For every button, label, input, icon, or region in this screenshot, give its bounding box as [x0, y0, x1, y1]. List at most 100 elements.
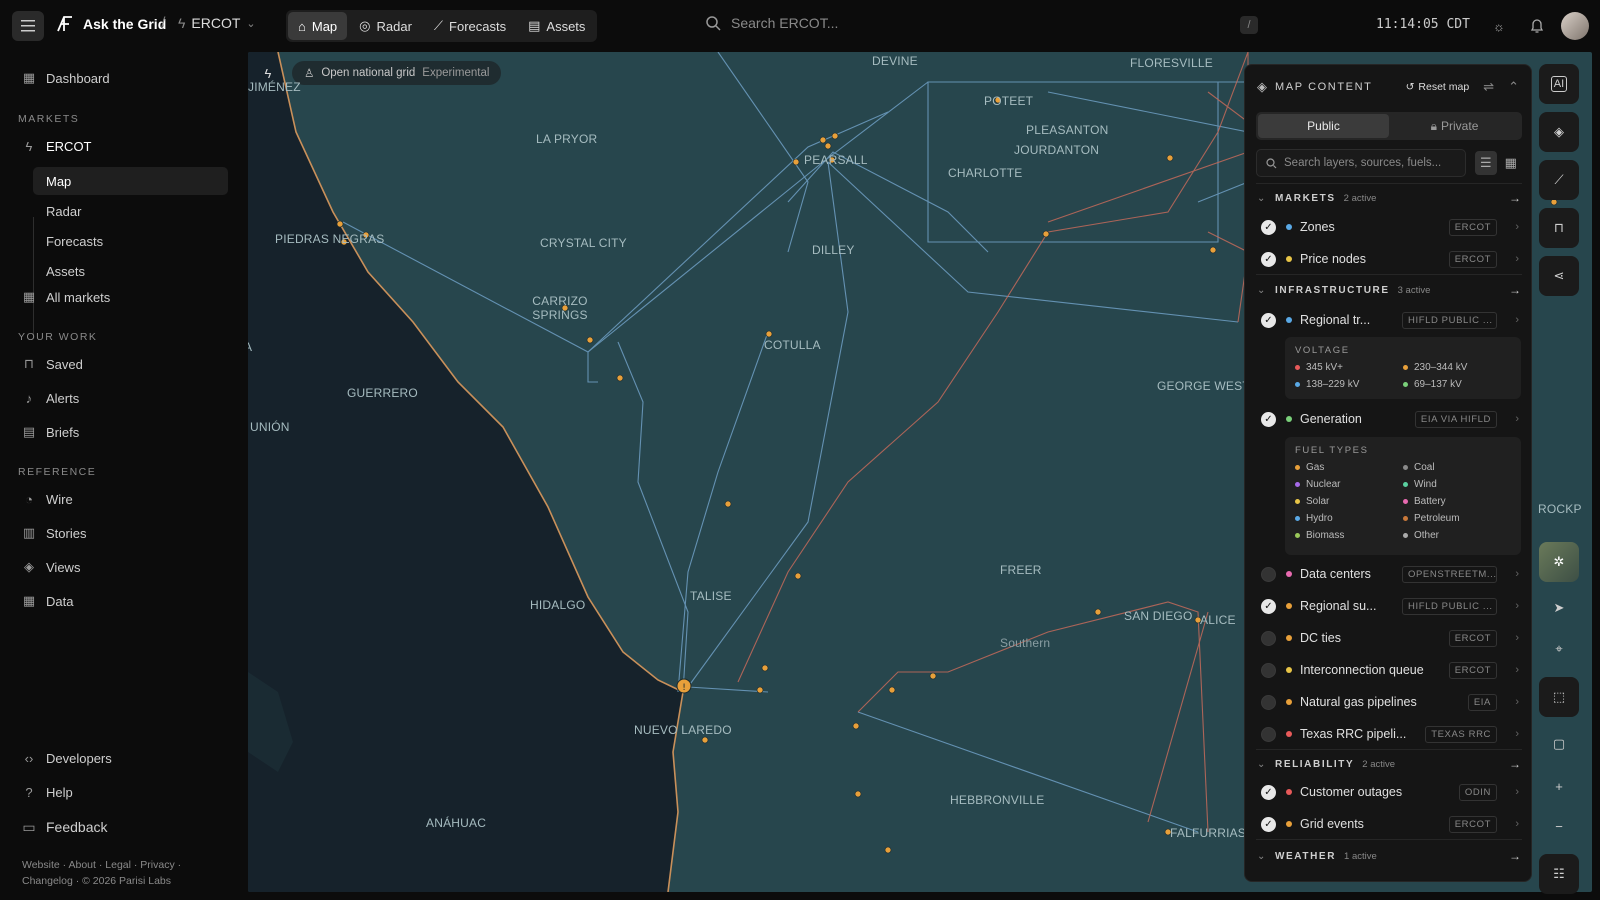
- collapse-chevron-icon[interactable]: ⌃: [1508, 79, 1519, 95]
- select-tool-button[interactable]: ⬚: [1539, 677, 1579, 717]
- chevron-right-icon[interactable]: ›: [1497, 632, 1519, 644]
- layer-checkbox[interactable]: ✓: [1261, 816, 1276, 832]
- sidebar-item-all-markets[interactable]: ▦ All markets: [22, 285, 110, 309]
- section-reliability[interactable]: ⌄ RELIABILITY 2 active →: [1257, 754, 1521, 774]
- sidebar-item-feedback[interactable]: ▭ Feedback: [22, 815, 107, 839]
- sidebar-subitem-map[interactable]: Map: [33, 167, 228, 195]
- layer-checkbox[interactable]: [1261, 566, 1276, 582]
- layer-checkbox[interactable]: [1261, 694, 1276, 710]
- fit-bounds-button[interactable]: ▢: [1539, 724, 1579, 764]
- chevron-right-icon[interactable]: ›: [1497, 568, 1519, 580]
- section-infrastructure[interactable]: ⌄ INFRASTRUCTURE 3 active →: [1257, 280, 1521, 300]
- sidebar-item-dashboard[interactable]: ▦ Dashboard: [22, 66, 110, 90]
- locate-button[interactable]: ➤: [1539, 588, 1579, 628]
- sidebar-item-stories[interactable]: ▥ Stories: [22, 521, 87, 545]
- sidebar-subitem-assets[interactable]: Assets: [33, 257, 228, 285]
- chevron-right-icon[interactable]: ›: [1497, 818, 1519, 830]
- bookmark-button[interactable]: ⊓: [1539, 208, 1579, 248]
- layer-row-regional-transmission[interactable]: ✓ Regional tr... HIFLD PUBLIC ... ›: [1261, 308, 1519, 332]
- sun-icon: ☼: [1493, 18, 1505, 34]
- sidebar-item-developers[interactable]: ‹› Developers: [22, 746, 112, 770]
- layer-row-natural-gas-pipelines[interactable]: Natural gas pipelines EIA ›: [1261, 690, 1519, 714]
- charts-button[interactable]: ⟋: [1539, 160, 1579, 200]
- brand-logo[interactable]: Ask the Grid: [55, 14, 166, 34]
- assets-icon: ▤: [528, 18, 541, 33]
- layer-color-dot: [1286, 224, 1292, 230]
- segment-private[interactable]: 🔒︎ Private: [1389, 114, 1520, 138]
- chevron-right-icon[interactable]: ›: [1497, 413, 1519, 425]
- layer-row-customer-outages[interactable]: ✓ Customer outages ODIN ›: [1261, 780, 1519, 804]
- sidebar-subitem-radar[interactable]: Radar: [33, 197, 228, 225]
- layer-row-texas-rrc-pipelines[interactable]: Texas RRC pipeli... TEXAS RRC ›: [1261, 722, 1519, 746]
- layer-checkbox[interactable]: ✓: [1261, 784, 1276, 800]
- grid-view-icon[interactable]: ▦: [1505, 155, 1517, 171]
- tab-map[interactable]: ⌂ Map: [288, 12, 348, 40]
- layer-checkbox[interactable]: [1261, 662, 1276, 678]
- layer-checkbox[interactable]: [1261, 630, 1276, 646]
- layer-row-dc-ties[interactable]: DC ties ERCOT ›: [1261, 626, 1519, 650]
- list-view-icon[interactable]: ☰: [1475, 151, 1497, 175]
- chevron-right-icon[interactable]: ›: [1497, 728, 1519, 740]
- arrow-right-icon[interactable]: →: [1509, 283, 1521, 297]
- sidebar-item-saved[interactable]: ⊓ Saved: [22, 352, 83, 376]
- market-selector[interactable]: ϟ ERCOT ⌄: [178, 15, 256, 31]
- chevron-right-icon[interactable]: ›: [1497, 786, 1519, 798]
- chevron-right-icon[interactable]: ›: [1497, 314, 1519, 326]
- tab-radar[interactable]: ◎ Radar: [349, 12, 422, 40]
- notifications-button[interactable]: [1526, 15, 1548, 37]
- chevron-right-icon[interactable]: ›: [1497, 664, 1519, 676]
- sidebar-item-help[interactable]: ? Help: [22, 780, 72, 804]
- legend-toggle-button[interactable]: ☷: [1539, 854, 1579, 894]
- layer-row-zones[interactable]: ✓ Zones ERCOT ›: [1261, 215, 1519, 239]
- sidebar-item-views[interactable]: ◈ Views: [22, 555, 80, 579]
- sidebar-toggle-button[interactable]: [12, 11, 44, 41]
- sidebar-item-wire[interactable]: ◔ Wire: [22, 487, 73, 511]
- layer-row-grid-events[interactable]: ✓ Grid events ERCOT ›: [1261, 812, 1519, 836]
- settings-sliders-icon[interactable]: ⇌: [1483, 79, 1494, 95]
- tab-forecasts[interactable]: ⟋ Forecasts: [424, 12, 516, 40]
- section-markets[interactable]: ⌄ MARKETS 2 active →: [1257, 188, 1521, 208]
- arrow-right-icon[interactable]: →: [1509, 757, 1521, 771]
- sidebar-item-data[interactable]: ▦ Data: [22, 589, 74, 613]
- sidebar-item-alerts[interactable]: ♪ Alerts: [22, 386, 79, 410]
- zoom-out-button[interactable]: −: [1539, 806, 1579, 846]
- layer-checkbox[interactable]: ✓: [1261, 598, 1276, 614]
- reset-map-button[interactable]: ↺ Reset map: [1406, 81, 1470, 93]
- theme-toggle-button[interactable]: ☼: [1488, 15, 1510, 37]
- section-weather[interactable]: ⌄ WEATHER 1 active →: [1257, 846, 1521, 866]
- basemap-switcher-button[interactable]: ✲: [1539, 542, 1579, 582]
- tab-assets[interactable]: ▤ Assets: [518, 12, 595, 40]
- layer-row-interconnection-queue[interactable]: Interconnection queue ERCOT ›: [1261, 658, 1519, 682]
- layer-checkbox[interactable]: [1261, 726, 1276, 742]
- arrow-right-icon[interactable]: →: [1509, 849, 1521, 863]
- layer-row-data-centers[interactable]: Data centers OPENSTREETM... ›: [1261, 562, 1519, 586]
- sidebar-item-briefs[interactable]: ▤ Briefs: [22, 420, 79, 444]
- layer-row-regional-substations[interactable]: ✓ Regional su... HIFLD PUBLIC ... ›: [1261, 594, 1519, 618]
- chevron-right-icon[interactable]: ›: [1497, 253, 1519, 265]
- chevron-right-icon[interactable]: ›: [1497, 696, 1519, 708]
- sidebar-item-ercot[interactable]: ϟ ERCOT: [22, 134, 92, 158]
- segment-public[interactable]: Public: [1258, 114, 1389, 138]
- avatar[interactable]: [1561, 12, 1589, 40]
- layer-checkbox[interactable]: ✓: [1261, 219, 1276, 235]
- national-grid-toggle[interactable]: ♙ Open national grid Experimental: [292, 61, 502, 85]
- chevron-right-icon[interactable]: ›: [1497, 221, 1519, 233]
- chevron-right-icon[interactable]: ›: [1497, 600, 1519, 612]
- layer-checkbox[interactable]: ✓: [1261, 411, 1276, 427]
- share-button[interactable]: ⋖: [1539, 256, 1579, 296]
- layer-row-price-nodes[interactable]: ✓ Price nodes ERCOT ›: [1261, 247, 1519, 271]
- pin-button[interactable]: ⌖: [1539, 629, 1579, 669]
- layer-checkbox[interactable]: ✓: [1261, 251, 1276, 267]
- layer-checkbox[interactable]: ✓: [1261, 312, 1276, 328]
- sidebar-subitem-forecasts[interactable]: Forecasts: [33, 227, 228, 255]
- footer-copyright[interactable]: Changelog · © 2026 Parisi Labs: [22, 875, 171, 887]
- layer-source-tag: ODIN: [1458, 783, 1497, 801]
- footer-links[interactable]: Website · About · Legal · Privacy ·: [22, 859, 181, 871]
- global-search-input[interactable]: Search ERCOT...: [706, 15, 838, 31]
- layer-search-input[interactable]: Search layers, sources, fuels...: [1256, 149, 1466, 177]
- zoom-in-button[interactable]: +: [1539, 766, 1579, 806]
- arrow-right-icon[interactable]: →: [1509, 191, 1521, 205]
- ai-assistant-button[interactable]: AI: [1539, 64, 1579, 104]
- layer-row-generation[interactable]: ✓ Generation EIA VIA HIFLD ›: [1261, 407, 1519, 431]
- layers-button[interactable]: ◈: [1539, 112, 1579, 152]
